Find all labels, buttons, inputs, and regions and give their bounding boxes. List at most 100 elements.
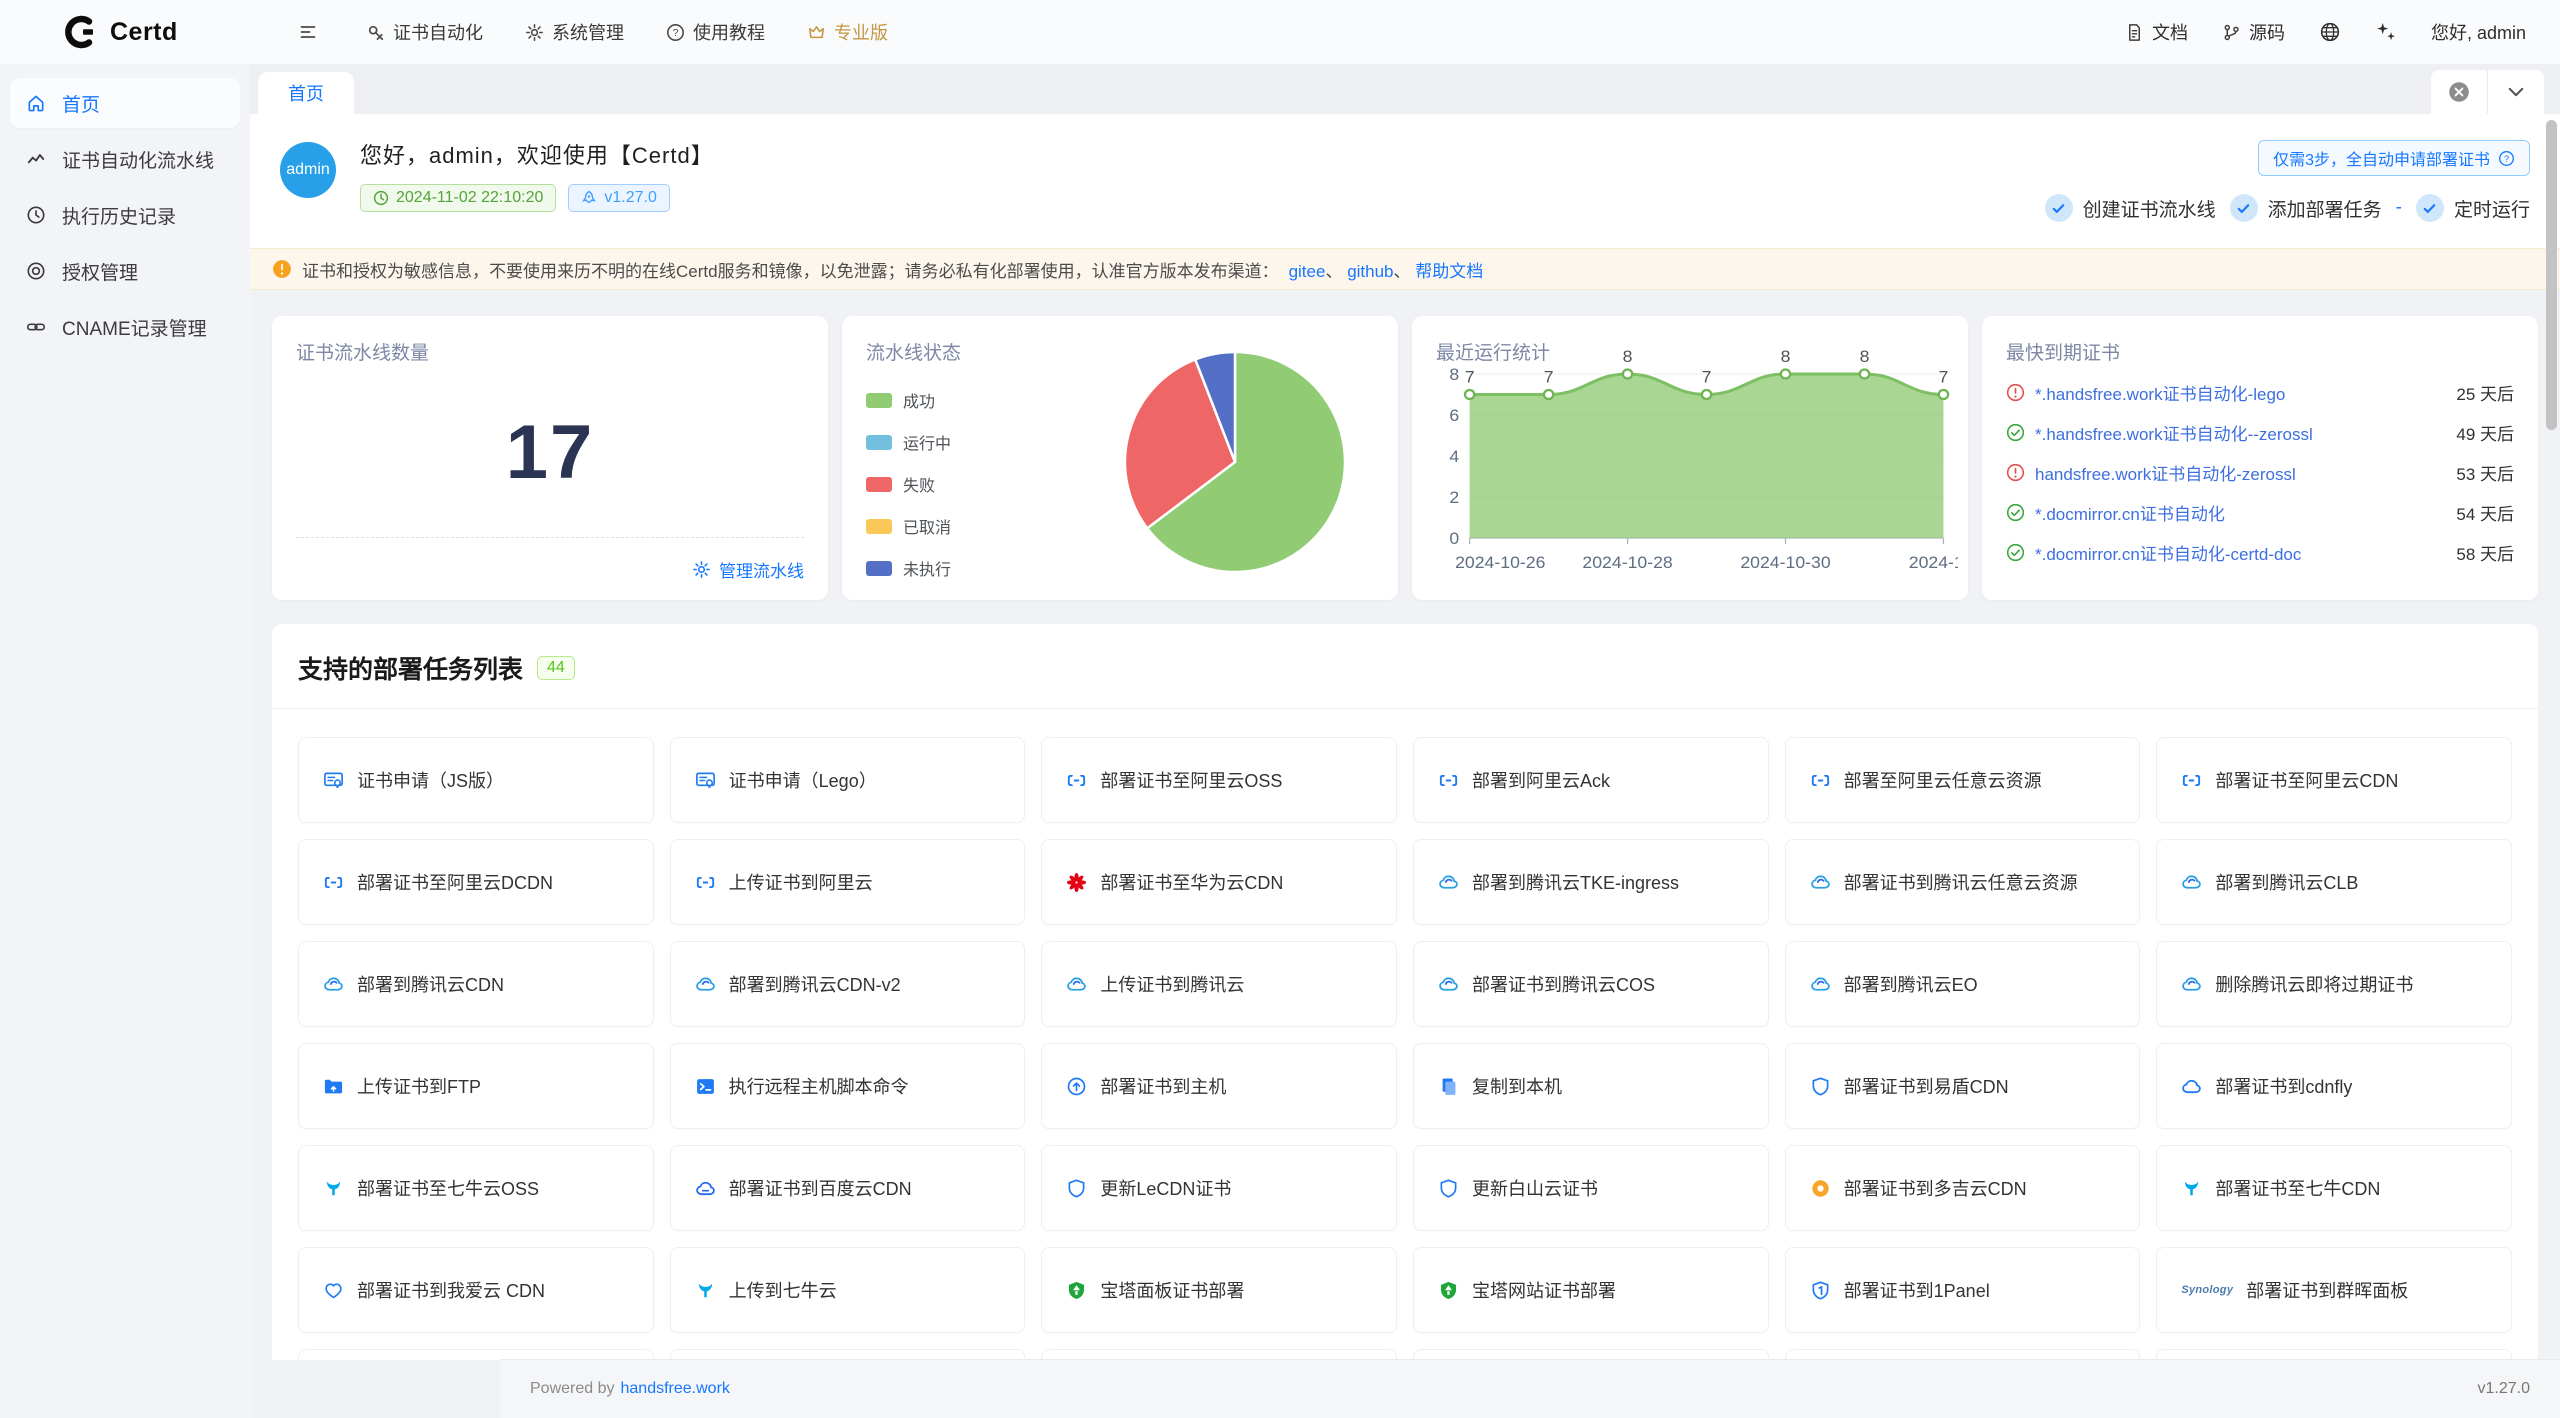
task-card-35[interactable]: 部署证书到1Panel [1785,1247,2141,1333]
user-greeting[interactable]: 您好, admin [2431,19,2526,45]
task-card-36[interactable]: Synology部署证书到群晖面板 [2156,1247,2512,1333]
task-card-20[interactable]: 执行远程主机脚本命令 [670,1043,1026,1129]
legend-item-运行中[interactable]: 运行中 [866,430,951,454]
task-card-21[interactable]: 部署证书到主机 [1041,1043,1397,1129]
task-card-6[interactable]: 部署证书至阿里云CDN [2156,737,2512,823]
task-card-31[interactable]: 部署证书到我爱云 CDN [298,1247,654,1333]
task-card-17[interactable]: 部署到腾讯云EO [1785,941,2141,1027]
task-card-28[interactable]: 更新白山云证书 [1413,1145,1769,1231]
days-remaining: 25 天后 [2456,380,2514,405]
cert-link[interactable]: handsfree.work证书自动化-zerossl [2035,460,2438,485]
task-card-14[interactable]: 部署到腾讯云CDN-v2 [670,941,1026,1027]
avatar[interactable]: admin [280,142,336,198]
task-card-32[interactable]: 上传到七牛云 [670,1247,1026,1333]
header-link-文档[interactable]: 文档 [2125,19,2188,45]
sidebar-collapse-icon[interactable] [292,16,324,48]
task-card-1[interactable]: 证书申请（JS版） [298,737,654,823]
task-label: 删除腾讯云即将过期证书 [2215,971,2413,997]
task-card-34[interactable]: 宝塔网站证书部署 [1413,1247,1769,1333]
task-card-5[interactable]: 部署至阿里云任意云资源 [1785,737,2141,823]
task-card-23[interactable]: 部署证书到易盾CDN [1785,1043,2141,1129]
alert-link-gitee[interactable]: gitee [1289,262,1326,281]
check-circle-icon [2045,194,2073,222]
task-card-3[interactable]: 部署证书至阿里云OSS [1041,737,1397,823]
task-card-19[interactable]: 上传证书到FTP [298,1043,654,1129]
task-card-33[interactable]: 宝塔面板证书部署 [1041,1247,1397,1333]
recent-runs-area-chart[interactable]: 0246877878872024-10-262024-10-282024-10-… [1426,344,1958,584]
cert-link[interactable]: *.docmirror.cn证书自动化-certd-doc [2035,540,2438,565]
version-badge[interactable]: v1.27.0 [568,184,669,212]
task-card-25[interactable]: 部署证书至七牛云OSS [298,1145,654,1231]
task-card-13[interactable]: 部署到腾讯云CDN [298,941,654,1027]
task-card-30[interactable]: 部署证书至七牛CDN [2156,1145,2512,1231]
task-card-9[interactable]: 部署证书至华为云CDN [1041,839,1397,925]
step-3[interactable]: 定时运行 [2416,194,2530,222]
svg-text:2024-10-30: 2024-10-30 [1740,552,1830,572]
footer: Powered by handsfree.work v1.27.0 [500,1359,2560,1418]
legend-item-失败[interactable]: 失败 [866,472,951,496]
alert-link-帮助文档[interactable]: 帮助文档 [1415,262,1483,281]
legend-item-未执行[interactable]: 未执行 [866,556,951,580]
step-2[interactable]: 添加部署任务 [2230,194,2382,222]
task-label: 宝塔网站证书部署 [1472,1277,1616,1303]
powered-by-text: Powered by [530,1380,615,1398]
alert-link-github[interactable]: github [1347,262,1393,281]
handsfree-link[interactable]: handsfree.work [621,1380,730,1398]
menu-item-1[interactable]: 证书自动化 [350,11,499,53]
task-card-4[interactable]: 部署到阿里云Ack [1413,737,1769,823]
pie-legend: 成功运行中失败已取消未执行 [866,388,951,580]
task-card-15[interactable]: 上传证书到腾讯云 [1041,941,1397,1027]
task-card-2[interactable]: 证书申请（Lego） [670,737,1026,823]
scrollbar-thumb[interactable] [2546,120,2557,430]
legend-swatch [866,477,892,492]
menu-item-4[interactable]: 专业版 [791,11,904,53]
task-card-22[interactable]: 复制到本机 [1413,1043,1769,1129]
step-1[interactable]: 创建证书流水线 [2045,194,2216,222]
svg-text:?: ? [2504,153,2509,164]
quick-steps-badge[interactable]: 仅需3步，全自动申请部署证书 ? [2258,140,2530,176]
task-card-24[interactable]: 部署证书到cdnfly [2156,1043,2512,1129]
manage-pipelines-link[interactable]: 管理流水线 [296,537,804,600]
success-circle-icon [2006,423,2025,442]
task-card-27[interactable]: 更新LeCDN证书 [1041,1145,1397,1231]
task-card-8[interactable]: 上传证书到阿里云 [670,839,1026,925]
alert-links: gitee、 github、 帮助文档 [1289,257,1484,282]
huawei-icon [1066,872,1087,893]
task-card-29[interactable]: 部署证书到多吉云CDN [1785,1145,2141,1231]
task-card-26[interactable]: 部署证书到百度云CDN [670,1145,1026,1231]
header-link-源码[interactable]: 源码 [2222,19,2285,45]
task-card-16[interactable]: 部署证书到腾讯云COS [1413,941,1769,1027]
host-icon [1066,1076,1087,1097]
sidebar-item-3[interactable]: 执行历史记录 [10,190,240,240]
task-card-11[interactable]: 部署证书到腾讯云任意云资源 [1785,839,2141,925]
sidebar-item-4[interactable]: 授权管理 [10,246,240,296]
task-label: 复制到本机 [1472,1073,1562,1099]
tasks-grid: 证书申请（JS版）证书申请（Lego）部署证书至阿里云OSS部署到阿里云Ack部… [298,737,2512,1360]
task-card-7[interactable]: 部署证书至阿里云DCDN [298,839,654,925]
sparkles-icon[interactable] [2375,21,2397,43]
legend-item-已取消[interactable]: 已取消 [866,514,951,538]
sidebar-item-2[interactable]: 证书自动化流水线 [10,134,240,184]
cert-link[interactable]: *.handsfree.work证书自动化-lego [2035,380,2438,405]
app-logo[interactable]: Certd [0,15,250,49]
menu-item-2[interactable]: 系统管理 [509,11,640,53]
cert-link[interactable]: *.docmirror.cn证书自动化 [2035,500,2438,525]
sidebar-item-5[interactable]: CNAME记录管理 [10,302,240,352]
cert-link[interactable]: *.handsfree.work证书自动化--zerossl [2035,420,2438,445]
legend-item-成功[interactable]: 成功 [866,388,951,412]
status-pie-chart[interactable] [1100,340,1372,584]
success-circle-icon [2006,543,2025,562]
task-card-12[interactable]: 部署到腾讯云CLB [2156,839,2512,925]
history-icon [26,205,46,225]
alert-text: 证书和授权为敏感信息，不要使用来历不明的在线Certd服务和镜像，以免泄露；请务… [302,257,1279,282]
chevron-down-icon[interactable] [2487,70,2544,114]
tencent-icon [1438,872,1459,893]
tab-home[interactable]: 首页 [258,72,354,114]
pipeline-status-card: 流水线状态 成功运行中失败已取消未执行 [842,316,1398,600]
globe-icon[interactable] [2319,21,2341,43]
task-card-10[interactable]: 部署到腾讯云TKE-ingress [1413,839,1769,925]
task-card-18[interactable]: 删除腾讯云即将过期证书 [2156,941,2512,1027]
close-tab-icon[interactable] [2431,70,2487,114]
sidebar-item-1[interactable]: 首页 [10,78,240,128]
menu-item-3[interactable]: ?使用教程 [650,11,781,53]
